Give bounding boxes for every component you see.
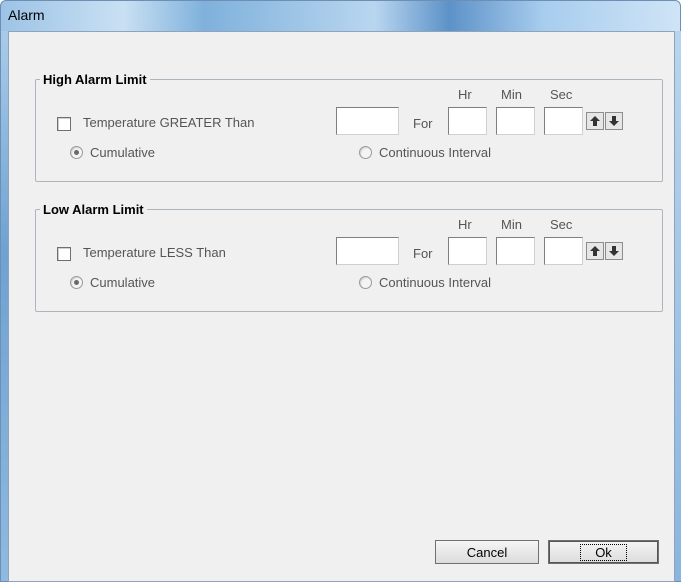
- high-min-label: Min: [501, 87, 522, 102]
- low-for-label: For: [413, 246, 433, 261]
- low-continuous-interval-radio[interactable]: [359, 276, 372, 289]
- high-temperature-checkbox-label: Temperature GREATER Than: [83, 115, 255, 130]
- high-continuous-interval-label: Continuous Interval: [379, 145, 492, 160]
- low-alarm-limit-legend: Low Alarm Limit: [40, 202, 147, 217]
- high-temperature-input[interactable]: [336, 107, 399, 135]
- low-alarm-limit-group: Low Alarm Limit Hr Min Sec Temperature L…: [35, 202, 663, 312]
- low-temperature-checkbox-label: Temperature LESS Than: [83, 245, 226, 260]
- high-cumulative-radio[interactable]: [70, 146, 83, 159]
- low-hr-label: Hr: [458, 217, 472, 232]
- high-temperature-checkbox[interactable]: [57, 117, 71, 131]
- arrow-down-icon: [609, 246, 619, 256]
- low-temperature-input[interactable]: [336, 237, 399, 265]
- high-for-label: For: [413, 116, 433, 131]
- arrow-up-icon: [590, 116, 600, 126]
- low-spin-down-button[interactable]: [605, 242, 623, 260]
- high-continuous-interval-radio[interactable]: [359, 146, 372, 159]
- low-min-label: Min: [501, 217, 522, 232]
- low-hr-input[interactable]: [448, 237, 487, 265]
- low-cumulative-label: Cumulative: [90, 275, 156, 290]
- high-spin-down-button[interactable]: [605, 112, 623, 130]
- dialog-client-area: High Alarm Limit Hr Min Sec Temperature …: [8, 31, 675, 582]
- high-spin-up-button[interactable]: [586, 112, 604, 130]
- alarm-dialog: Alarm High Alarm Limit Hr Min Sec Temper…: [0, 0, 681, 582]
- arrow-up-icon: [590, 246, 600, 256]
- ok-button-label: Ok: [580, 544, 627, 561]
- low-cumulative-radio[interactable]: [70, 276, 83, 289]
- low-sec-label: Sec: [550, 217, 573, 232]
- high-hr-input[interactable]: [448, 107, 487, 135]
- low-min-input[interactable]: [496, 237, 535, 265]
- window-frame-right: [675, 31, 681, 581]
- high-sec-label: Sec: [550, 87, 573, 102]
- high-hr-label: Hr: [458, 87, 472, 102]
- window-title: Alarm: [8, 7, 45, 23]
- low-spin-up-button[interactable]: [586, 242, 604, 260]
- ok-button[interactable]: Ok: [548, 540, 659, 564]
- title-bar[interactable]: Alarm: [1, 1, 680, 31]
- window-frame-left: [1, 31, 8, 581]
- arrow-down-icon: [609, 116, 619, 126]
- high-alarm-limit-group: High Alarm Limit Hr Min Sec Temperature …: [35, 72, 663, 182]
- high-alarm-limit-legend: High Alarm Limit: [40, 72, 150, 87]
- cancel-button[interactable]: Cancel: [435, 540, 539, 564]
- high-cumulative-label: Cumulative: [90, 145, 156, 160]
- low-temperature-checkbox[interactable]: [57, 247, 71, 261]
- low-continuous-interval-label: Continuous Interval: [379, 275, 492, 290]
- low-sec-input[interactable]: [544, 237, 583, 265]
- high-sec-input[interactable]: [544, 107, 583, 135]
- high-min-input[interactable]: [496, 107, 535, 135]
